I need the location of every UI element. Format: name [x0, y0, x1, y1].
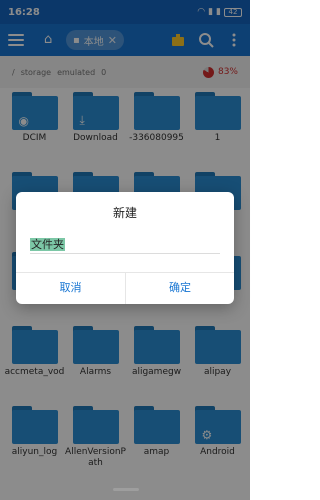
- dialog-title: 新建: [112, 206, 137, 220]
- confirm-button[interactable]: 确定: [126, 272, 234, 304]
- gesture-nav-bar[interactable]: [113, 488, 139, 491]
- cancel-button[interactable]: 取消: [16, 272, 125, 304]
- new-folder-dialog: 新建 文件夹 取消 确定: [16, 192, 234, 304]
- folder-name-input[interactable]: 文件夹: [30, 236, 220, 254]
- folder-name-input-value: 文件夹: [30, 238, 65, 251]
